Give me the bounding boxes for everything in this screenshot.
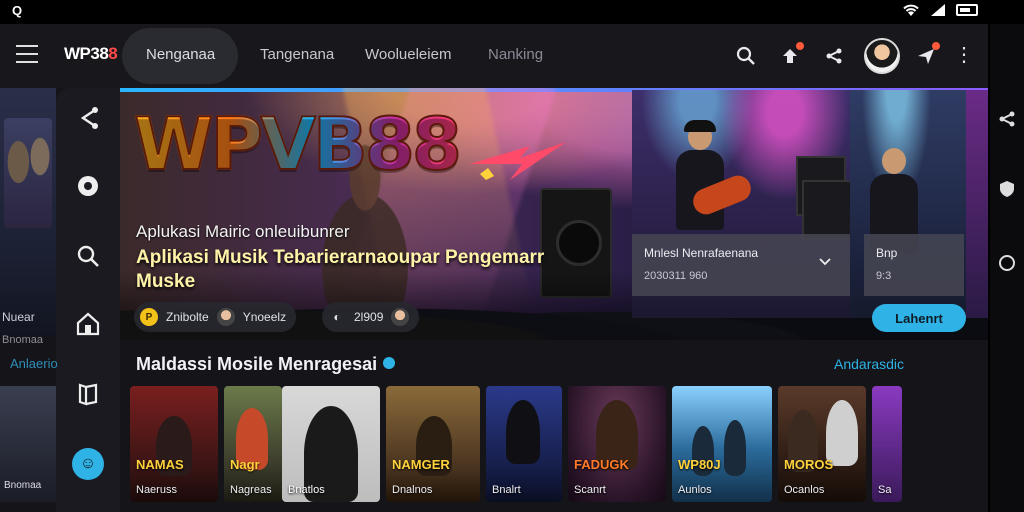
verified-icon (383, 357, 396, 369)
status-icons (902, 3, 978, 17)
wifi-icon (903, 4, 919, 16)
hero-subtitle: Aplukasi Mairic onleuibunrer (136, 222, 350, 241)
card-label: Aunlos (678, 484, 712, 496)
chevron-down-icon[interactable] (818, 254, 832, 268)
logo-accent: 8 (108, 44, 118, 63)
peek-section-label: Anlaerio (10, 356, 58, 371)
hero-cta-button[interactable]: Lahenrt (872, 304, 966, 332)
album-card[interactable]: WP80J Aunlos (672, 386, 772, 502)
hero-pill-text: 2l909 (354, 310, 384, 324)
tab-categories[interactable]: Tangenana (260, 46, 334, 63)
band-info-meta: 9:3 (876, 270, 892, 282)
card-title: NAMAS (136, 457, 184, 472)
hero-banner[interactable]: WPVB88 Aplukasi Mairic onleuibunrer Apli… (120, 88, 988, 340)
card-label: Sa (878, 484, 892, 496)
now-playing-title: Mnlesl Nenrafaenana (644, 246, 759, 260)
hero-pill-listeners[interactable]: ◐ 2l909 (322, 302, 420, 332)
status-app-glyph: Q (12, 3, 23, 18)
hero-photo-peek[interactable] (966, 90, 988, 318)
search-icon[interactable] (734, 44, 758, 68)
card-label: Nagreas (230, 484, 272, 496)
amp-art (802, 180, 850, 240)
card-title: WP80J (678, 457, 721, 472)
hero-pill-text: Znibolte (166, 310, 209, 324)
tab-ranking[interactable]: Nanking (488, 46, 543, 63)
card-label: Naeruss (136, 484, 177, 496)
album-card[interactable]: Bnalrt (486, 386, 562, 502)
card-label: Ocanlos (784, 484, 825, 496)
tab-new[interactable]: Woolueleiem (365, 46, 451, 63)
menu-icon[interactable] (16, 45, 38, 63)
section-title-text: Maldassi Mosile Menragesai (136, 354, 378, 374)
section-title: Maldassi Mosile Menragesai (136, 354, 396, 375)
side-rail: ☺ (56, 88, 120, 512)
mini-avatar (391, 308, 410, 326)
album-card[interactable]: NAMGER Dnalnos (386, 386, 480, 502)
home-icon[interactable] (74, 310, 102, 338)
hero-pill-coins[interactable]: P Znibolte Ynoeelz (134, 302, 297, 332)
card-title: FADUGK (574, 457, 629, 472)
card-peek-label: Bnomaa (4, 480, 42, 491)
card-title: NAMGER (392, 457, 450, 472)
logo-text: WP38 (64, 44, 109, 63)
now-playing-meta: 2030311 960 (644, 270, 708, 282)
card-label: Dnalnos (392, 484, 433, 496)
share-icon[interactable] (822, 44, 846, 68)
user-avatar[interactable] (864, 38, 900, 74)
playlist-add-icon[interactable] (778, 42, 804, 68)
library-icon[interactable] (74, 380, 102, 408)
notification-send-icon[interactable] (914, 42, 940, 68)
now-playing-card[interactable]: Mnlesl Nenrafaenana 2030311 960 (632, 234, 850, 296)
search-icon[interactable] (74, 242, 102, 270)
hero-logo: WPVB88 (133, 102, 463, 186)
top-nav: WP388 Nenganaa Tangenana Woolueleiem Nan… (0, 24, 988, 88)
peek-sub: Bnomaa (2, 334, 43, 346)
album-card[interactable]: NAMAS Naeruss (130, 386, 218, 502)
tab-home[interactable]: Nenganaa (146, 46, 215, 63)
system-rail (990, 24, 1024, 512)
card-label: Scanrt (574, 484, 606, 496)
album-card[interactable]: MOROS Ocanlos (778, 386, 866, 502)
peek-label: Nuear (2, 310, 35, 324)
notification-dot (932, 42, 940, 50)
card-title: MOROS (784, 457, 834, 472)
battery-icon (956, 4, 978, 16)
app-window: WP388 Nenganaa Tangenana Woolueleiem Nan… (0, 24, 988, 512)
see-all-link[interactable]: Andarasdic (834, 356, 904, 372)
previous-hero-peek[interactable]: Nuear Bnomaa (0, 88, 56, 346)
album-card[interactable]: Bnatlos (282, 386, 380, 502)
card-label: Bnalrt (492, 484, 521, 496)
guitarist-art (670, 120, 755, 244)
notification-dot (796, 42, 804, 50)
coin-icon: P (140, 308, 158, 326)
profile-tab-icon[interactable]: ☺ (72, 448, 104, 480)
app-logo[interactable]: WP388 (64, 44, 118, 64)
band-info-title: Bnp (876, 246, 898, 260)
mini-avatar (216, 308, 235, 326)
album-card[interactable]: FADUGK Scanrt (568, 386, 666, 502)
shield-icon[interactable] (996, 178, 1018, 200)
headphones-icon: ◐ (333, 310, 341, 324)
band-info-card[interactable]: Bnp 9:3 (864, 234, 964, 296)
music-note-icon[interactable] (74, 172, 102, 200)
hero-headline: Aplikasi Musik Tebarierarnaoupar Pengema… (136, 247, 545, 292)
hero-pill-text: Ynoeelz (242, 310, 287, 324)
album-card[interactable]: Sa (872, 386, 902, 502)
lightning-icon (470, 142, 566, 180)
home-circle-icon[interactable] (996, 252, 1018, 274)
more-vertical-icon[interactable]: ⋮ (954, 44, 974, 68)
card-title: Nagr (230, 457, 260, 472)
peek-artwork (4, 118, 52, 228)
status-bar: Q (0, 0, 1024, 24)
card-label: Bnatlos (288, 484, 325, 496)
signal-icon (931, 4, 945, 16)
album-card[interactable]: Nagr Nagreas (224, 386, 282, 502)
share-icon[interactable] (996, 108, 1018, 130)
share-icon[interactable] (74, 104, 102, 132)
card-peek-left[interactable]: Bnomaa (0, 386, 56, 502)
